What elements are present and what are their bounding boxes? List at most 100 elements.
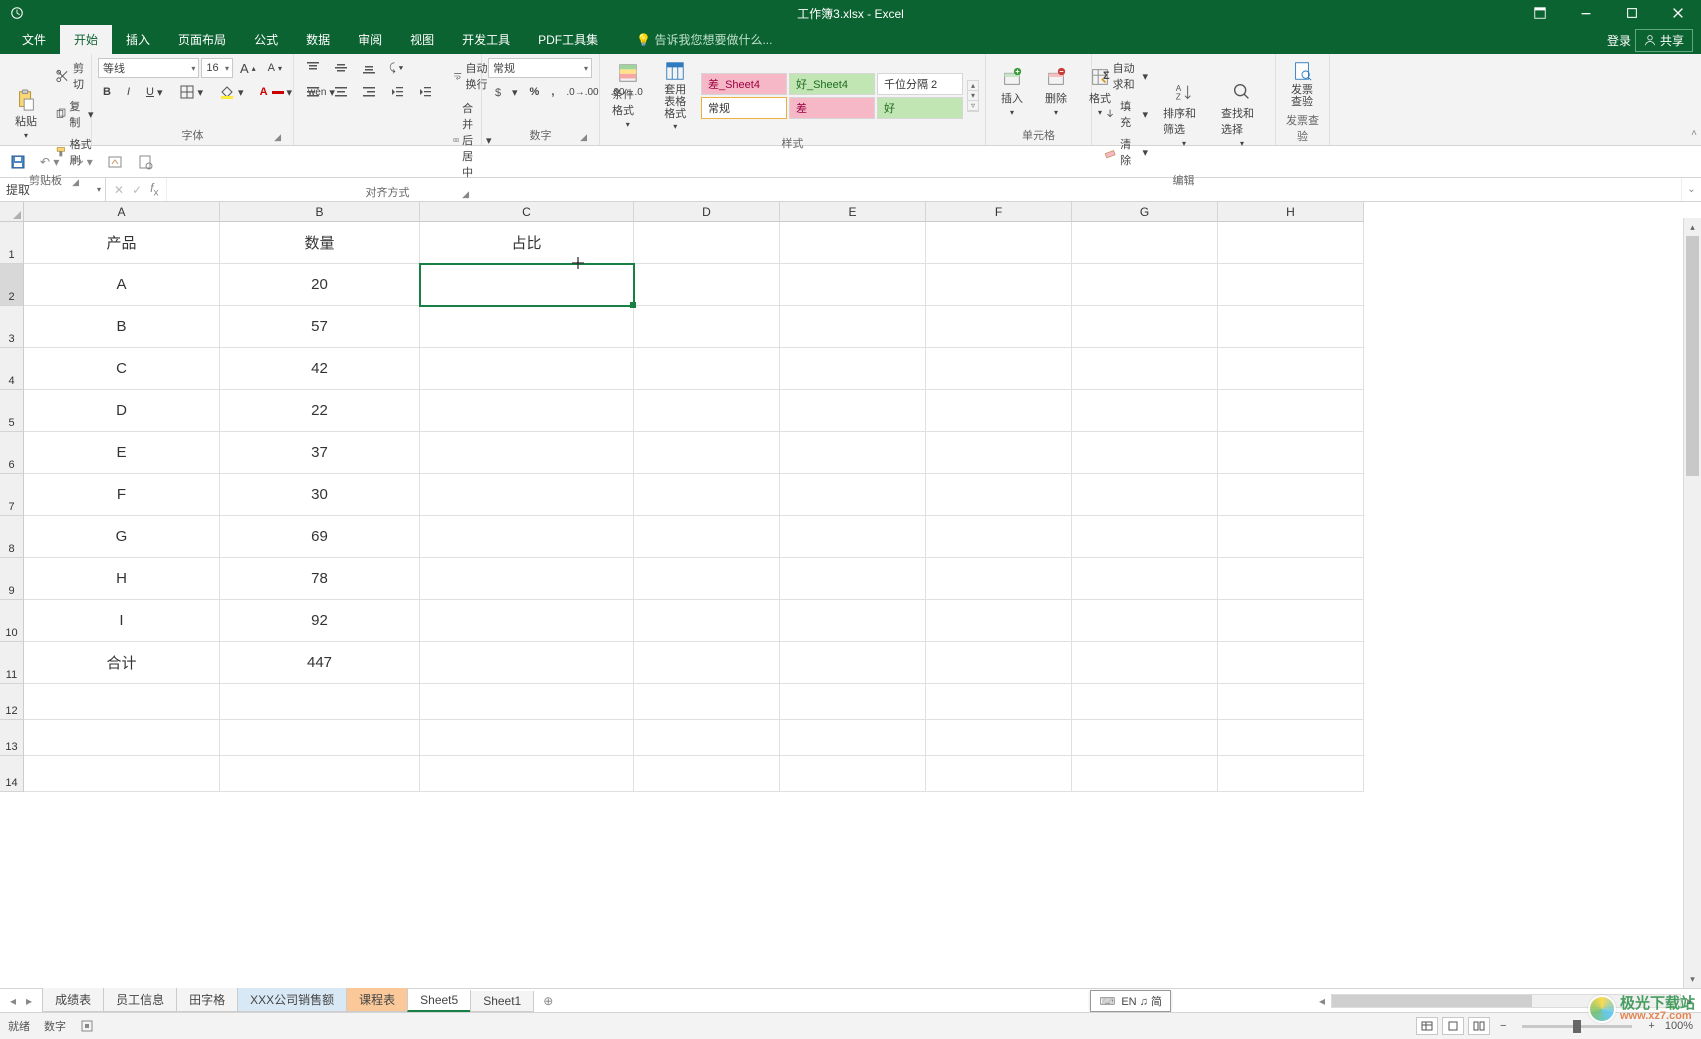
cell-C5[interactable] xyxy=(420,390,634,432)
row-header-11[interactable]: 11 xyxy=(0,642,24,684)
cell-E1[interactable] xyxy=(780,222,926,264)
cell-D12[interactable] xyxy=(634,684,780,720)
cell-G8[interactable] xyxy=(1072,516,1218,558)
cell-E10[interactable] xyxy=(780,600,926,642)
view-normal-button[interactable] xyxy=(1416,1017,1438,1035)
cell-A5[interactable]: D xyxy=(24,390,220,432)
scroll-thumb[interactable] xyxy=(1686,236,1699,476)
cell-D13[interactable] xyxy=(634,720,780,756)
cell-C12[interactable] xyxy=(420,684,634,720)
redo-button[interactable]: ↷ ▾ xyxy=(73,155,92,169)
col-header-D[interactable]: D xyxy=(634,202,780,222)
cell-D8[interactable] xyxy=(634,516,780,558)
cell-B11[interactable]: 447 xyxy=(220,642,420,684)
style-cell-3[interactable]: 常规 xyxy=(701,97,787,119)
qat-icon-a[interactable] xyxy=(107,154,123,170)
cell-H11[interactable] xyxy=(1218,642,1364,684)
cell-G2[interactable] xyxy=(1072,264,1218,306)
font-name-combo[interactable]: 等线▾ xyxy=(98,58,199,78)
fill-button[interactable]: 填充 ▾ xyxy=(1098,96,1153,132)
cell-G5[interactable] xyxy=(1072,390,1218,432)
cell-F9[interactable] xyxy=(926,558,1072,600)
cell-C1[interactable]: 占比 xyxy=(420,222,634,264)
cell-H10[interactable] xyxy=(1218,600,1364,642)
fill-color-button[interactable]: ▾ xyxy=(214,82,249,102)
cell-E8[interactable] xyxy=(780,516,926,558)
percent-button[interactable]: % xyxy=(525,84,545,100)
cell-E4[interactable] xyxy=(780,348,926,390)
decrease-font-button[interactable]: A▾ xyxy=(263,60,287,76)
font-size-combo[interactable]: 16▾ xyxy=(201,58,233,78)
cell-H9[interactable] xyxy=(1218,558,1364,600)
cell-F14[interactable] xyxy=(926,756,1072,792)
col-header-A[interactable]: A xyxy=(24,202,220,222)
comma-button[interactable]: , xyxy=(546,84,559,100)
cancel-formula-button[interactable]: ✕ xyxy=(114,183,124,197)
cell-F13[interactable] xyxy=(926,720,1072,756)
cell-A3[interactable]: B xyxy=(24,306,220,348)
accounting-format-button[interactable]: $▾ xyxy=(488,82,523,102)
scroll-down-button[interactable]: ▾ xyxy=(1684,970,1701,988)
italic-button[interactable]: I xyxy=(122,84,135,100)
cell-C13[interactable] xyxy=(420,720,634,756)
cell-B2[interactable]: 20 xyxy=(220,264,420,306)
col-header-H[interactable]: H xyxy=(1218,202,1364,222)
spreadsheet-grid[interactable]: ABCDEFGH 1产品数量占比2A203B574C425D226E377F30… xyxy=(0,202,1701,802)
cell-H8[interactable] xyxy=(1218,516,1364,558)
ribbon-display-options[interactable] xyxy=(1517,0,1563,26)
scroll-up-button[interactable]: ▴ xyxy=(1684,218,1701,236)
cell-H13[interactable] xyxy=(1218,720,1364,756)
row-header-1[interactable]: 1 xyxy=(0,222,24,264)
cell-F3[interactable] xyxy=(926,306,1072,348)
cell-styles-gallery[interactable]: 差_Sheet4好_Sheet4千位分隔 2常规差好 xyxy=(701,73,963,119)
cell-A12[interactable] xyxy=(24,684,220,720)
tab-开始[interactable]: 开始 xyxy=(60,25,112,54)
view-page-break-button[interactable] xyxy=(1468,1017,1490,1035)
sheet-tab-XXX公司销售额[interactable]: XXX公司销售额 xyxy=(237,988,347,1012)
cell-G10[interactable] xyxy=(1072,600,1218,642)
cell-C7[interactable] xyxy=(420,474,634,516)
h-scroll-left[interactable]: ◂ xyxy=(1319,994,1325,1008)
align-top-button[interactable] xyxy=(300,58,326,78)
sheet-tab-Sheet5[interactable]: Sheet5 xyxy=(407,990,471,1012)
cell-E12[interactable] xyxy=(780,684,926,720)
cell-A4[interactable]: C xyxy=(24,348,220,390)
cell-C11[interactable] xyxy=(420,642,634,684)
style-cell-1[interactable]: 好_Sheet4 xyxy=(789,73,875,95)
cell-H6[interactable] xyxy=(1218,432,1364,474)
fx-button[interactable]: fx xyxy=(150,181,158,198)
row-header-12[interactable]: 12 xyxy=(0,684,24,720)
col-header-F[interactable]: F xyxy=(926,202,1072,222)
tab-视图[interactable]: 视图 xyxy=(396,25,448,54)
cell-E11[interactable] xyxy=(780,642,926,684)
align-left-button[interactable] xyxy=(300,82,326,102)
cell-H14[interactable] xyxy=(1218,756,1364,792)
align-right-button[interactable] xyxy=(356,82,382,102)
tell-me-search[interactable]: 💡 告诉我您想要做什么... xyxy=(628,25,780,54)
cell-E5[interactable] xyxy=(780,390,926,432)
cell-B10[interactable]: 92 xyxy=(220,600,420,642)
col-header-B[interactable]: B xyxy=(220,202,420,222)
print-preview-icon[interactable] xyxy=(137,154,153,170)
cell-G6[interactable] xyxy=(1072,432,1218,474)
style-cell-0[interactable]: 差_Sheet4 xyxy=(701,73,787,95)
insert-cells-button[interactable]: 插入▾ xyxy=(992,58,1032,125)
border-button[interactable]: ▾ xyxy=(174,82,209,102)
sheet-tab-田字格[interactable]: 田字格 xyxy=(176,988,238,1012)
cell-F4[interactable] xyxy=(926,348,1072,390)
cell-G12[interactable] xyxy=(1072,684,1218,720)
sort-filter-button[interactable]: AZ排序和筛选▾ xyxy=(1157,58,1211,170)
zoom-slider[interactable] xyxy=(1522,1025,1632,1028)
increase-font-button[interactable]: A▴ xyxy=(235,59,261,78)
cell-G14[interactable] xyxy=(1072,756,1218,792)
sheet-tab-员工信息[interactable]: 员工信息 xyxy=(103,988,177,1012)
row-header-5[interactable]: 5 xyxy=(0,390,24,432)
cell-G13[interactable] xyxy=(1072,720,1218,756)
decrease-indent-button[interactable] xyxy=(384,82,410,102)
autosum-button[interactable]: Σ 自动求和 ▾ xyxy=(1098,58,1153,94)
cell-H2[interactable] xyxy=(1218,264,1364,306)
cell-F2[interactable] xyxy=(926,264,1072,306)
cell-D4[interactable] xyxy=(634,348,780,390)
cell-G4[interactable] xyxy=(1072,348,1218,390)
cell-B3[interactable]: 57 xyxy=(220,306,420,348)
